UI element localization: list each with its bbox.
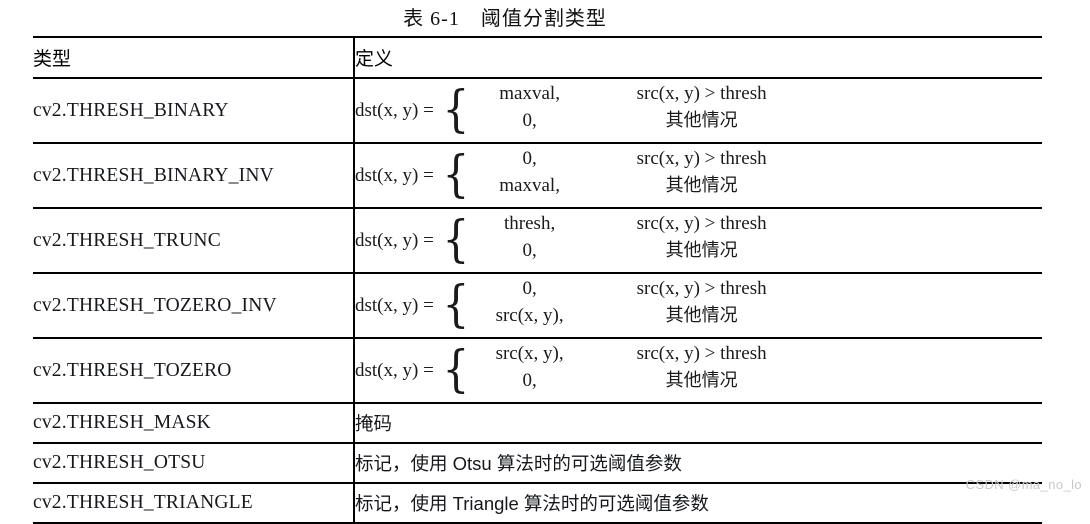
formula-cases: maxval, src(x, y) > thresh 0, 其他情况 <box>474 82 818 138</box>
definition-cell: 标记，使用 Triangle 算法时的可选阈值参数 <box>354 482 1042 524</box>
formula-left-hand-side: dst(x, y) = <box>355 164 434 186</box>
definition-cell: 标记，使用 Otsu 算法时的可选阈值参数 <box>354 442 1042 484</box>
formula-case: src(x, y), src(x, y) > thresh <box>474 342 818 371</box>
threshold-type-cell: cv2.THRESH_TRUNC <box>33 207 355 274</box>
curly-brace-icon: { <box>442 339 470 398</box>
definition-cell: dst(x, y) = {0, src(x, y) > thresh src(x, y… <box>354 272 1042 339</box>
formula-case-value: 0, <box>522 277 537 299</box>
formula-left-hand-side: dst(x, y) = <box>355 229 434 251</box>
formula-case: 0, 其他情况 <box>474 369 818 398</box>
definition-text: 掩码 <box>355 413 393 434</box>
formula-left-hand-side: dst(x, y) = <box>355 359 434 381</box>
formula-case: src(x, y), 其他情况 <box>474 304 818 333</box>
formula-case-condition: src(x, y) > thresh <box>636 147 767 169</box>
formula-case-condition: src(x, y) > thresh <box>636 212 767 234</box>
column-header-type: 类型 <box>33 36 355 79</box>
table-header-row: 类型 定义 <box>33 36 1042 79</box>
formula-case-value: 0, <box>522 369 537 391</box>
threshold-type-label: cv2.THRESH_TOZERO_INV <box>33 294 277 316</box>
threshold-type-cell: cv2.THRESH_BINARY_INV <box>33 142 355 209</box>
formula-cases: 0, src(x, y) > thresh src(x, y), 其他情况 <box>474 277 818 333</box>
formula-cases: 0, src(x, y) > thresh maxval, 其他情况 <box>474 147 818 203</box>
table-row: cv2.THRESH_OTSU 标记，使用 Otsu 算法时的可选阈值参数 <box>33 442 1042 484</box>
definition-cell: 掩码 <box>354 402 1042 444</box>
formula-case: maxval, src(x, y) > thresh <box>474 82 818 111</box>
formula-case-condition: 其他情况 <box>665 239 738 260</box>
threshold-type-label: cv2.THRESH_TRIANGLE <box>33 492 253 513</box>
column-header-definition-label: 定义 <box>355 49 394 70</box>
formula-case-condition: 其他情况 <box>665 174 738 195</box>
table-row: cv2.THRESH_TRIANGLE 标记，使用 Triangle 算法时的可选… <box>33 482 1042 524</box>
definition-text: 标记，使用 Triangle 算法时的可选阈值参数 <box>355 493 709 514</box>
threshold-types-table: 类型 定义 cv2.THRESH_BINARY dst(x, y) ={maxva… <box>33 36 1042 524</box>
formula-case-value: src(x, y), <box>495 342 564 364</box>
threshold-type-label: cv2.THRESH_TOZERO <box>33 359 232 381</box>
threshold-type-label: cv2.THRESH_BINARY_INV <box>33 164 274 186</box>
formula-case-value: thresh, <box>504 212 556 234</box>
curly-brace-icon: { <box>442 209 470 268</box>
column-header-definition: 定义 <box>354 36 1042 79</box>
threshold-type-cell: cv2.THRESH_TRIANGLE <box>33 482 355 524</box>
definition-cell: dst(x, y) = {0, src(x, y) > thresh maxval, 其… <box>354 142 1042 209</box>
table-body: cv2.THRESH_BINARY dst(x, y) = { maxval, src(… <box>33 77 1042 524</box>
formula-case-value: src(x, y), <box>495 304 564 326</box>
formula-case-value: maxval, <box>499 82 560 104</box>
formula-case: maxval, 其他情况 <box>474 174 818 203</box>
formula-case-value: maxval, <box>499 174 560 196</box>
threshold-type-cell: cv2.THRESH_MASK <box>33 402 355 444</box>
watermark: CSDN @ma_no_lo <box>965 477 1082 492</box>
formula-case: 0, src(x, y) > thresh <box>474 147 818 176</box>
threshold-type-label: cv2.THRESH_OTSU <box>33 452 206 473</box>
formula-case-condition: 其他情况 <box>665 369 738 390</box>
curly-brace-icon: { <box>442 79 470 138</box>
threshold-type-cell: cv2.THRESH_TOZERO <box>33 337 355 404</box>
table-header: 类型 定义 <box>33 36 1042 79</box>
piecewise-formula: dst(x, y) = {0, src(x, y) > thresh src(x, y… <box>355 274 1042 333</box>
definition-cell: dst(x, y) = { src(x, y), src(x, y) > thresh… <box>354 337 1042 404</box>
curly-brace-icon: { <box>442 274 470 333</box>
formula-case: thresh, src(x, y) > thresh <box>474 212 818 241</box>
table-row: cv2.THRESH_BINARY dst(x, y) = { maxval, src(… <box>33 77 1042 144</box>
formula-case: 0, 其他情况 <box>474 109 818 138</box>
formula-case-value: 0, <box>522 109 537 131</box>
threshold-type-label: cv2.THRESH_TRUNC <box>33 229 221 251</box>
formula-case-value: 0, <box>522 239 537 261</box>
table-row: cv2.THRESH_TOZERO dst(x, y) ={src(x, y), s… <box>33 337 1042 404</box>
piecewise-formula: dst(x, y) = { src(x, y), src(x, y) > thresh… <box>355 339 1042 398</box>
formula-case-condition: src(x, y) > thresh <box>636 277 767 299</box>
piecewise-formula: dst(x, y) = { maxval, src(x, y) > thresh 0, 其… <box>355 79 1042 138</box>
formula-case-condition: 其他情况 <box>665 109 738 130</box>
formula-case-condition: src(x, y) > thresh <box>636 82 767 104</box>
formula-case: 0, src(x, y) > thresh <box>474 277 818 306</box>
formula-cases: src(x, y), src(x, y) > thresh 0, 其他情况 <box>474 342 818 398</box>
table-row: cv2.THRESH_BINARY_INV dst(x, y) = {0, src(x… <box>33 142 1042 209</box>
formula-case-value: 0, <box>522 147 537 169</box>
formula-case: 0, 其他情况 <box>474 239 818 268</box>
column-header-type-label: 类型 <box>33 49 72 70</box>
curly-brace-icon: { <box>442 144 470 203</box>
definition-text: 标记，使用 Otsu 算法时的可选阈值参数 <box>355 453 682 474</box>
formula-case-condition: 其他情况 <box>665 304 738 325</box>
definition-cell: dst(x, y) = { maxval, src(x, y) > thresh 0, 其… <box>354 77 1042 144</box>
table-row: cv2.THRESH_TOZERO_INV dst(x, y) = {0, src(x… <box>33 272 1042 339</box>
threshold-type-label: cv2.THRESH_BINARY <box>33 99 229 121</box>
threshold-type-cell: cv2.THRESH_TOZERO_INV <box>33 272 355 339</box>
formula-cases: thresh, src(x, y) > thresh 0, 其他情况 <box>474 212 818 268</box>
definition-cell: dst(x, y) = { thresh, src(x, y) > thresh 0, 其… <box>354 207 1042 274</box>
threshold-type-label: cv2.THRESH_MASK <box>33 412 211 433</box>
table-row: cv2.THRESH_MASK 掩码 <box>33 402 1042 444</box>
formula-case-condition: src(x, y) > thresh <box>636 342 767 364</box>
table-row: cv2.THRESH_TRUNC dst(x, y) = { thresh, src(x… <box>33 207 1042 274</box>
formula-left-hand-side: dst(x, y) = <box>355 294 434 316</box>
table-caption: 表 6-1 阈值分割类型 <box>403 8 607 30</box>
threshold-type-cell: cv2.THRESH_OTSU <box>33 442 355 484</box>
formula-left-hand-side: dst(x, y) = <box>355 99 434 121</box>
piecewise-formula: dst(x, y) = {0, src(x, y) > thresh maxval, 其… <box>355 144 1042 203</box>
piecewise-formula: dst(x, y) = { thresh, src(x, y) > thresh 0, 其… <box>355 209 1042 268</box>
threshold-type-cell: cv2.THRESH_BINARY <box>33 77 355 144</box>
